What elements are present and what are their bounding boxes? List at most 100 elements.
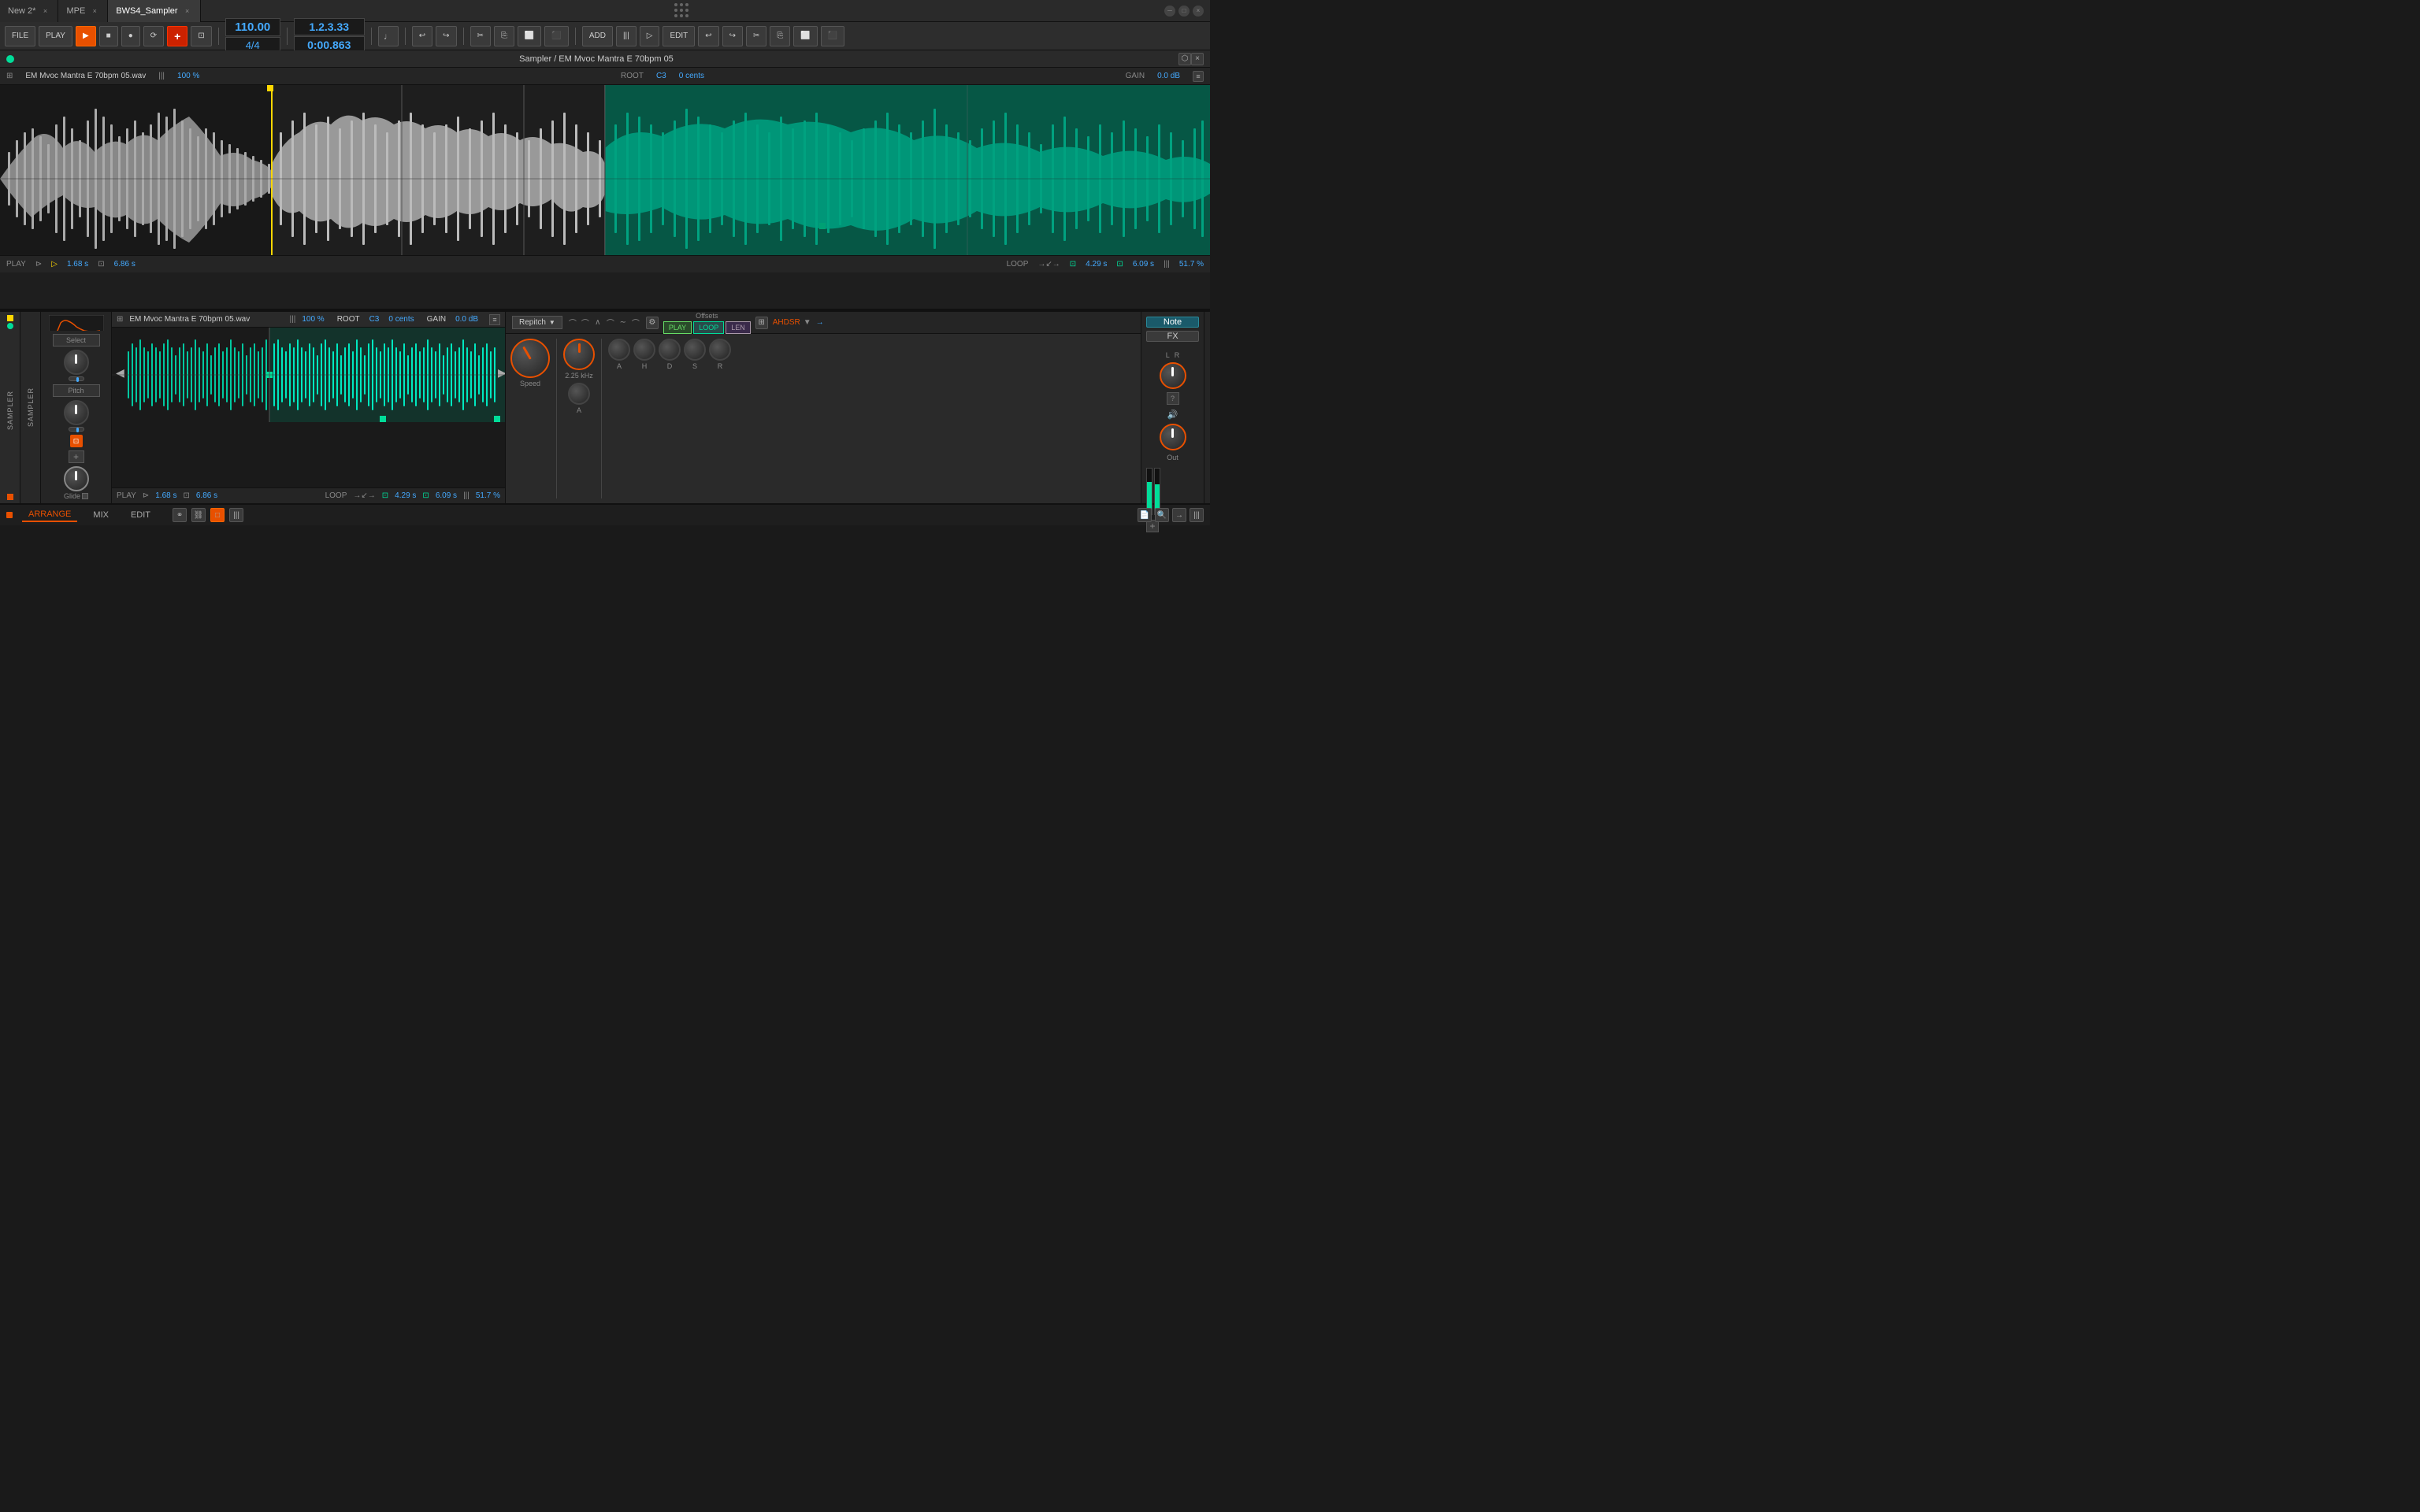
shape-btn-6[interactable]: ⌒: [630, 317, 641, 328]
arrange-tab[interactable]: ARRANGE: [22, 508, 77, 522]
fx-button[interactable]: FX: [1146, 331, 1199, 342]
playhead-button[interactable]: ▷: [640, 26, 660, 46]
undo2-btn[interactable]: ↩: [698, 26, 718, 46]
footer-bars-btn[interactable]: |||: [229, 508, 243, 522]
paste-btn[interactable]: ⬜: [518, 26, 541, 46]
env-d-knob[interactable]: [659, 339, 681, 361]
record-button[interactable]: ●: [121, 26, 140, 46]
close-button[interactable]: ×: [1193, 6, 1204, 17]
tab-new2-close[interactable]: ×: [40, 6, 50, 16]
shape-btn-5[interactable]: ∼: [618, 317, 629, 328]
edit-tab[interactable]: EDIT: [124, 509, 157, 521]
position-display[interactable]: 1.2.3.33: [294, 18, 365, 35]
env-s-knob[interactable]: [684, 339, 706, 361]
loop-btn[interactable]: ↩: [412, 26, 432, 46]
mini-wf-container[interactable]: ◀ ▶: [112, 328, 505, 487]
redo2-btn[interactable]: ↪: [722, 26, 743, 46]
footer-file-icon[interactable]: 📄: [1138, 508, 1152, 522]
env-h-knob[interactable]: [633, 339, 655, 361]
mini-wf-menu[interactable]: ≡: [489, 314, 500, 325]
note-button[interactable]: Note: [1146, 317, 1199, 328]
shape-btn-1[interactable]: ⌒: [567, 317, 578, 328]
attack-knob-group: A: [563, 383, 595, 414]
footer-link-btn[interactable]: ⛓: [191, 508, 206, 522]
power-toggle[interactable]: [7, 323, 13, 329]
freq-knob[interactable]: [563, 339, 595, 370]
waveform-container[interactable]: PLAY ⊳ ▷ 1.68 s ⊡ 6.86 s LOOP →↙→ ⊡ 4.29…: [0, 85, 1210, 272]
offsets-section: Offsets PLAY LOOP LEN: [663, 312, 751, 334]
bpm-display[interactable]: 110.00: [225, 18, 280, 36]
env-a-knob[interactable]: [608, 339, 630, 361]
tab-bws4-label: BWS4_Sampler: [116, 6, 177, 16]
knob1[interactable]: [64, 350, 89, 375]
add-button[interactable]: +: [167, 26, 187, 46]
paste2-btn[interactable]: ⬛: [544, 26, 568, 46]
shape-btn-3[interactable]: ∧: [592, 317, 603, 328]
copy2-btn[interactable]: ⎘: [770, 26, 790, 46]
sampler-power[interactable]: [6, 55, 14, 63]
pan-knob[interactable]: [1160, 362, 1186, 389]
sampler-menu[interactable]: ≡: [1193, 71, 1204, 82]
out-knob[interactable]: [1160, 424, 1186, 450]
redo-btn[interactable]: ↪: [436, 26, 456, 46]
file-button[interactable]: FILE: [5, 26, 35, 46]
add2-button[interactable]: ADD: [582, 26, 613, 46]
play-text-button[interactable]: PLAY: [39, 26, 72, 46]
select-button[interactable]: Select: [53, 334, 100, 346]
shape-btn-2[interactable]: ⌒: [580, 317, 591, 328]
paste3-btn[interactable]: ⬜: [793, 26, 817, 46]
orange-indicator: [7, 494, 13, 500]
ahdsr-knobs-section: A H D S: [608, 339, 731, 498]
len-offset-btn[interactable]: LEN: [726, 321, 751, 334]
lr-labels: L R: [1166, 351, 1180, 359]
tab-new2[interactable]: New 2* ×: [0, 0, 58, 22]
tab-bws4[interactable]: BWS4_Sampler ×: [108, 0, 200, 22]
bars-button[interactable]: |||: [616, 26, 637, 46]
shape-btn-4[interactable]: ⌒: [605, 317, 616, 328]
maximize-button[interactable]: □: [1178, 6, 1190, 17]
metronome-button[interactable]: ♩: [378, 26, 399, 46]
mini-waveform-svg[interactable]: ◀ ▶: [112, 328, 505, 422]
knob2[interactable]: [64, 400, 89, 425]
bpm-area[interactable]: 110.00 4/4: [225, 18, 280, 54]
help-button[interactable]: ?: [1167, 392, 1179, 405]
footer-box-btn[interactable]: □: [210, 508, 225, 522]
sampler-close[interactable]: ×: [1191, 53, 1204, 65]
glide-toggle[interactable]: [82, 493, 88, 499]
pan-slider2[interactable]: [69, 427, 84, 432]
pitch-button[interactable]: Pitch: [53, 384, 100, 397]
tab-mpe[interactable]: MPE ×: [58, 0, 108, 22]
ahdsr-knobs-row: A H D S: [608, 339, 731, 370]
footer-search-icon[interactable]: 🔍: [1155, 508, 1169, 522]
edit-button[interactable]: EDIT: [663, 26, 695, 46]
cut-btn[interactable]: ✂: [470, 26, 491, 46]
tab-mpe-close[interactable]: ×: [90, 6, 99, 16]
paste4-btn[interactable]: ⬛: [821, 26, 844, 46]
tab-bws4-close[interactable]: ×: [183, 6, 192, 16]
env-r-knob[interactable]: [709, 339, 731, 361]
copy-btn[interactable]: ⎘: [494, 26, 514, 46]
glide-knob[interactable]: [64, 466, 89, 491]
attack-knob[interactable]: [568, 383, 590, 405]
sampler-expand[interactable]: ⬡: [1178, 53, 1191, 65]
minimize-button[interactable]: ─: [1164, 6, 1175, 17]
footer-connect-btn[interactable]: ⚭: [173, 508, 187, 522]
play-button[interactable]: ▶: [76, 26, 96, 46]
repitch-dropdown[interactable]: Repitch ▼: [512, 316, 562, 329]
loop-offset-btn[interactable]: LOOP: [693, 321, 724, 334]
loop-record-button[interactable]: ⟳: [143, 26, 164, 46]
stop-button[interactable]: ■: [99, 26, 118, 46]
footer-bars2-icon[interactable]: |||: [1190, 508, 1204, 522]
settings-icon-btn[interactable]: ⚙: [646, 317, 659, 329]
play-offset-btn[interactable]: PLAY: [663, 321, 692, 334]
footer-arrow-icon[interactable]: →: [1172, 508, 1186, 522]
cut2-btn[interactable]: ✂: [746, 26, 766, 46]
speed-knob[interactable]: [510, 339, 550, 378]
mix-tab[interactable]: MIX: [87, 509, 115, 521]
mini-total-icon: ⊡: [183, 491, 189, 500]
pan-slider[interactable]: [69, 376, 84, 381]
grid-icon-btn[interactable]: ⊞: [755, 317, 768, 329]
out-label: Out: [1167, 454, 1178, 461]
add-channel-button[interactable]: +: [69, 450, 84, 463]
send-button[interactable]: ⊡: [191, 26, 211, 46]
